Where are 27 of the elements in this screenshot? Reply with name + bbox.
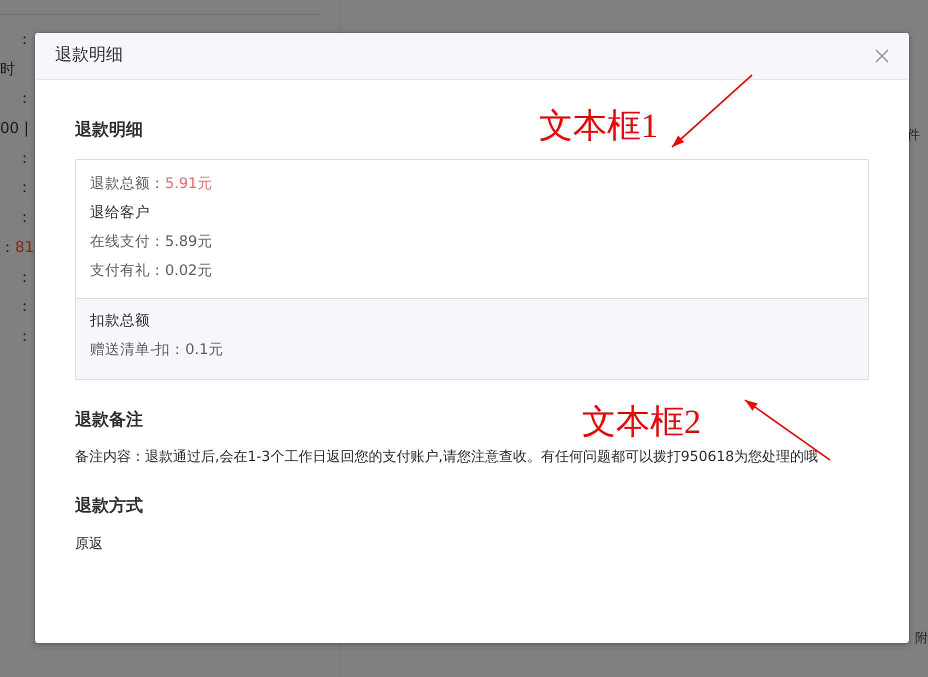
field-label: ： [17, 29, 32, 50]
field-label: ： [17, 266, 32, 288]
annotation-text: 文本框2 [582, 406, 701, 440]
group-heading: 退给客户 [90, 204, 150, 222]
section-text: 备注内容：退款通过后,会在1-3个工作日返回您的支付账户,请您注意查收。有任何问题都可以拨打950618为您处理的哦 [75, 448, 820, 466]
field-label: ： [17, 177, 32, 198]
field-label: ： [17, 326, 32, 347]
close-icon[interactable] [875, 49, 889, 63]
section-heading: 退款方式 [75, 495, 143, 518]
section-heading: 退款备注 [75, 408, 143, 432]
amount-line: 退款总额：5.91元 [90, 174, 212, 194]
amount-line: 在线支付：5.89元 [90, 232, 212, 252]
dialog-title: 退款明细 [55, 44, 123, 68]
field-label: ： [17, 296, 32, 318]
group-heading: 扣款总额 [90, 312, 150, 330]
field-label: ： [17, 88, 32, 110]
amount-line: 赠送清单-扣：0.1元 [90, 340, 224, 360]
section-heading: 退款明细 [75, 119, 143, 142]
field-label: ： [17, 207, 32, 228]
field-label: ：81 [0, 236, 34, 258]
field-label: 时 [0, 58, 15, 80]
amount-line: 支付有礼：0.02元 [90, 262, 212, 280]
annotation-text: 文本框1 [539, 110, 658, 144]
section-text: 原返 [75, 534, 104, 552]
field-label: ： [17, 148, 32, 169]
field-label: 00 | [0, 118, 29, 140]
background-text: 附 [915, 630, 928, 648]
